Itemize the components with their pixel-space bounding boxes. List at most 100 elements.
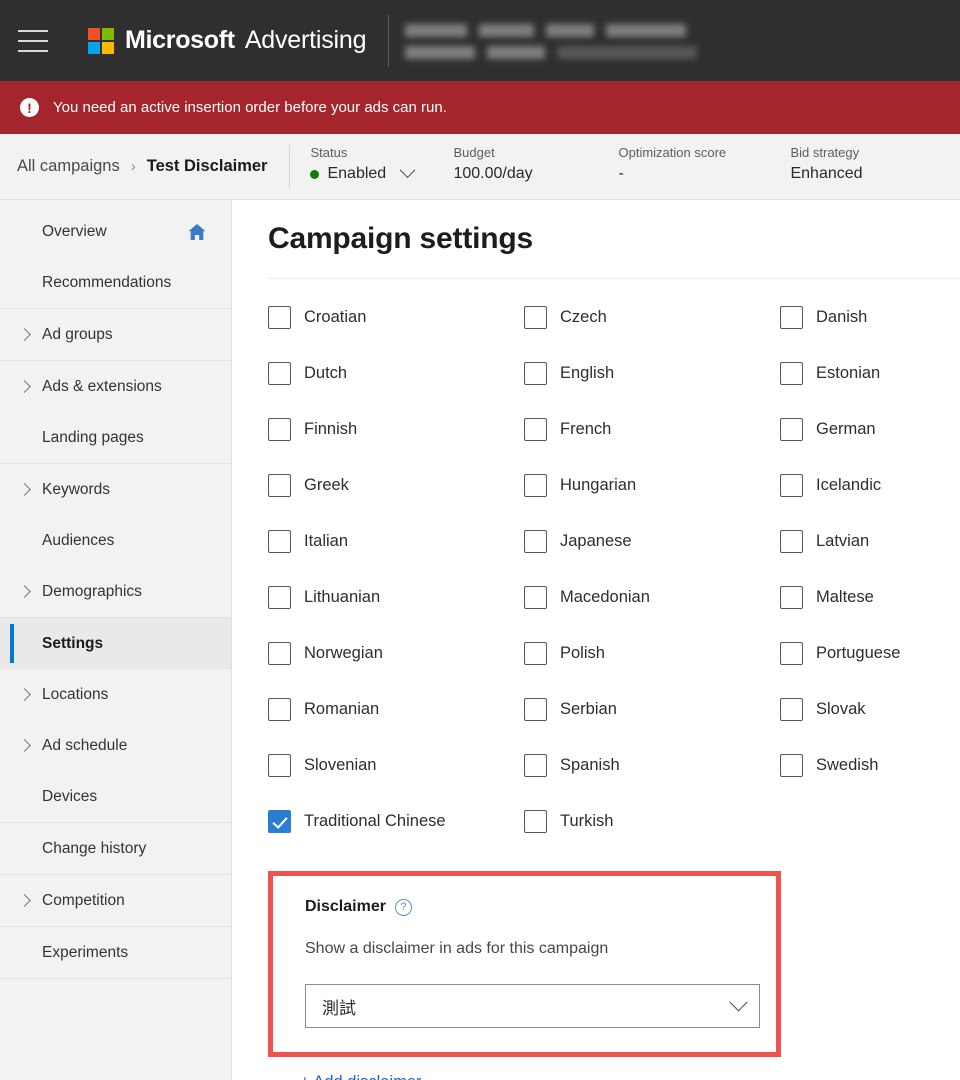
sidebar-item-recommendations[interactable]: Recommendations (0, 257, 231, 308)
language-checkbox-item[interactable]: Polish (524, 625, 780, 681)
language-checkbox-item[interactable]: Finnish (268, 401, 524, 457)
checkbox-unchecked-icon[interactable] (780, 361, 803, 385)
language-checkbox-item[interactable]: Croatian (268, 289, 524, 345)
language-checkbox-item[interactable]: Icelandic (780, 457, 960, 513)
sidebar-item-change-history[interactable]: Change history (0, 823, 231, 874)
checkbox-unchecked-icon[interactable] (268, 417, 291, 441)
sidebar-item-devices[interactable]: Devices (0, 771, 231, 822)
checkbox-unchecked-icon[interactable] (780, 305, 803, 329)
language-checkbox-item[interactable]: Danish (780, 289, 960, 345)
checkbox-unchecked-icon[interactable] (524, 529, 547, 553)
summary-field-optimization-score[interactable]: Optimization score - (618, 145, 790, 183)
sidebar-item-locations[interactable]: Locations (0, 669, 231, 720)
checkbox-unchecked-icon[interactable] (268, 361, 291, 385)
language-checkbox-item[interactable]: Estonian (780, 345, 960, 401)
language-checkbox-item[interactable]: English (524, 345, 780, 401)
language-checkbox-item[interactable]: Romanian (268, 681, 524, 737)
language-label: Hungarian (560, 475, 637, 494)
language-checkbox-item[interactable]: German (780, 401, 960, 457)
language-checkbox-item[interactable]: Latvian (780, 513, 960, 569)
chevron-down-icon[interactable] (399, 161, 416, 178)
summary-field-budget[interactable]: Budget 100.00/day (453, 145, 618, 183)
checkbox-unchecked-icon[interactable] (268, 753, 291, 777)
checkbox-unchecked-icon[interactable] (780, 641, 803, 665)
language-checkbox-item[interactable]: Turkish (524, 793, 780, 849)
sidebar-item-keywords[interactable]: Keywords (0, 464, 231, 515)
language-checkbox-item[interactable]: Italian (268, 513, 524, 569)
language-checkbox-item[interactable]: Traditional Chinese (268, 793, 524, 849)
checkbox-unchecked-icon[interactable] (268, 641, 291, 665)
language-checkbox-grid: Croatian Czech Danish Dutch English Estonian F… (268, 289, 960, 849)
language-checkbox-item[interactable]: Czech (524, 289, 780, 345)
hamburger-menu-icon[interactable] (18, 29, 48, 52)
chevron-right-icon[interactable] (18, 483, 31, 496)
language-checkbox-item[interactable]: Lithuanian (268, 569, 524, 625)
sidebar-item-competition[interactable]: Competition (0, 875, 231, 926)
checkbox-unchecked-icon[interactable] (524, 809, 547, 833)
language-checkbox-item[interactable]: Spanish (524, 737, 780, 793)
disclaimer-dropdown[interactable]: 測試 (305, 984, 760, 1028)
sidebar-item-settings[interactable]: Settings (0, 618, 231, 669)
checkbox-unchecked-icon[interactable] (268, 473, 291, 497)
sidebar-item-experiments[interactable]: Experiments (0, 927, 231, 978)
question-mark-icon[interactable]: ? (394, 898, 412, 916)
checkbox-checked-icon[interactable] (268, 809, 291, 833)
sidebar-item-overview[interactable]: Overview (0, 206, 231, 257)
checkbox-unchecked-icon[interactable] (268, 697, 291, 721)
language-checkbox-item[interactable]: French (524, 401, 780, 457)
checkbox-unchecked-icon[interactable] (780, 473, 803, 497)
sidebar-item-audiences[interactable]: Audiences (0, 515, 231, 566)
checkbox-unchecked-icon[interactable] (524, 305, 547, 329)
checkbox-unchecked-icon[interactable] (524, 473, 547, 497)
checkbox-unchecked-icon[interactable] (268, 305, 291, 329)
sidebar-item-ad-groups[interactable]: Ad groups (0, 309, 231, 360)
sidebar-item-ad-schedule[interactable]: Ad schedule (0, 720, 231, 771)
language-checkbox-item[interactable]: Japanese (524, 513, 780, 569)
language-checkbox-item[interactable]: Greek (268, 457, 524, 513)
language-checkbox-item[interactable]: Norwegian (268, 625, 524, 681)
sidebar-item-landing-pages[interactable]: Landing pages (0, 412, 231, 463)
account-selector-redacted[interactable] (405, 22, 698, 59)
language-checkbox-item[interactable]: Macedonian (524, 569, 780, 625)
breadcrumb-all-campaigns[interactable]: All campaigns (17, 157, 120, 176)
summary-field-status[interactable]: Status Enabled (310, 145, 453, 183)
chevron-right-icon[interactable] (18, 894, 31, 907)
chevron-right-icon[interactable] (18, 328, 31, 341)
checkbox-unchecked-icon[interactable] (268, 529, 291, 553)
add-disclaimer-link[interactable]: + Add disclaimer (300, 1073, 960, 1080)
language-label: Portuguese (816, 643, 901, 662)
language-checkbox-item[interactable]: Slovak (780, 681, 960, 737)
summary-value: 100.00/day (453, 165, 533, 182)
checkbox-unchecked-icon[interactable] (780, 697, 803, 721)
checkbox-unchecked-icon[interactable] (780, 417, 803, 441)
language-checkbox-item[interactable]: Maltese (780, 569, 960, 625)
checkbox-unchecked-icon[interactable] (268, 585, 291, 609)
checkbox-unchecked-icon[interactable] (780, 529, 803, 553)
checkbox-unchecked-icon[interactable] (780, 753, 803, 777)
checkbox-unchecked-icon[interactable] (780, 585, 803, 609)
chevron-right-icon[interactable] (18, 688, 31, 701)
checkbox-unchecked-icon[interactable] (524, 361, 547, 385)
language-checkbox-item[interactable]: Swedish (780, 737, 960, 793)
chevron-right-icon[interactable] (18, 739, 31, 752)
language-checkbox-item[interactable]: Serbian (524, 681, 780, 737)
checkbox-unchecked-icon[interactable] (524, 641, 547, 665)
sidebar-item-ads-extensions[interactable]: Ads & extensions (0, 361, 231, 412)
chevron-right-icon[interactable] (18, 380, 31, 393)
checkbox-unchecked-icon[interactable] (524, 417, 547, 441)
checkbox-unchecked-icon[interactable] (524, 753, 547, 777)
language-label: Greek (304, 475, 349, 494)
sidebar-item-label: Landing pages (42, 428, 144, 446)
chevron-down-icon[interactable] (729, 992, 748, 1011)
sidebar-item-demographics[interactable]: Demographics (0, 566, 231, 617)
home-icon[interactable] (187, 223, 207, 241)
checkbox-unchecked-icon[interactable] (524, 697, 547, 721)
chevron-right-icon[interactable] (18, 585, 31, 598)
microsoft-logo-icon[interactable] (88, 27, 114, 54)
summary-field-bid-strategy[interactable]: Bid strategy Enhanced (790, 145, 862, 183)
language-checkbox-item[interactable]: Hungarian (524, 457, 780, 513)
language-checkbox-item[interactable]: Slovenian (268, 737, 524, 793)
language-checkbox-item[interactable]: Portuguese (780, 625, 960, 681)
checkbox-unchecked-icon[interactable] (524, 585, 547, 609)
language-checkbox-item[interactable]: Dutch (268, 345, 524, 401)
